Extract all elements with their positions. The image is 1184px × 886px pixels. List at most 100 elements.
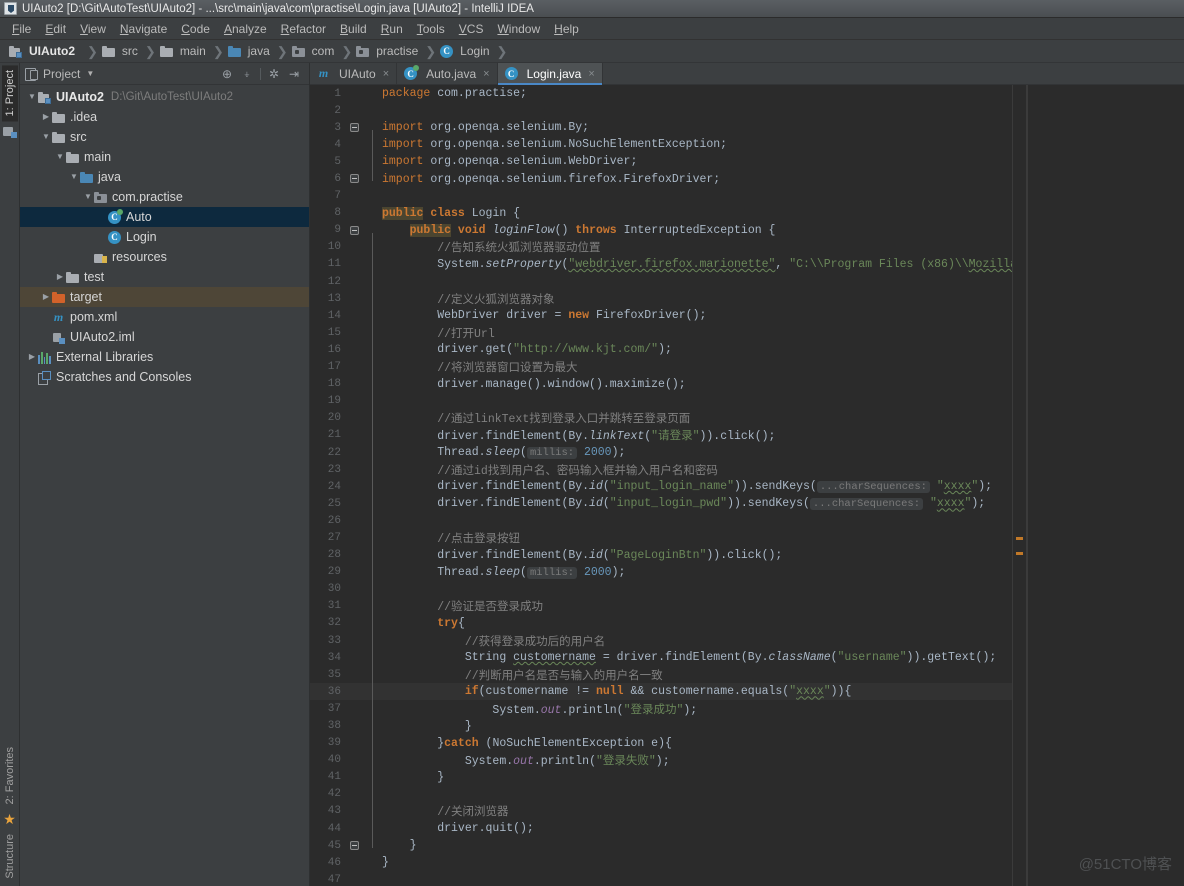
code-line[interactable]: 5 import org.openqa.selenium.WebDriver; [310, 153, 1012, 170]
fold-gutter[interactable] [346, 803, 364, 820]
code-lines[interactable]: 1 package com.practise; 2 3 import org.open… [310, 85, 1012, 886]
tree-node-uiauto2[interactable]: ▼ UIAuto2 D:\Git\AutoTest\UIAuto2 [20, 87, 309, 107]
code-text[interactable]: //验证是否登录成功 [372, 598, 1012, 614]
code-text[interactable]: //打开Url [372, 325, 1012, 341]
tree-node-main[interactable]: ▼ main [20, 147, 309, 167]
menu-item-vcs[interactable]: VCS [452, 19, 491, 39]
fold-gutter[interactable] [346, 222, 364, 239]
menu-item-code[interactable]: Code [174, 19, 217, 39]
fold-gutter[interactable] [346, 239, 364, 256]
code-text[interactable] [372, 514, 1012, 527]
fold-gutter[interactable] [346, 376, 364, 393]
fold-gutter[interactable] [346, 871, 364, 886]
editor-tab-uiauto[interactable]: m UIAuto × [310, 63, 398, 84]
code-line[interactable]: 21 driver.findElement(By.linkText("请登录")… [310, 427, 1012, 444]
project-tree[interactable]: ▼ UIAuto2 D:\Git\AutoTest\UIAuto2 ▶ .idea ▼ sr… [20, 85, 309, 886]
fold-gutter[interactable] [346, 359, 364, 376]
fold-gutter[interactable] [346, 136, 364, 153]
code-line[interactable]: 38 } [310, 717, 1012, 734]
code-text[interactable]: if(customername != null && customername.… [372, 685, 1012, 698]
code-line[interactable]: 45 } [310, 837, 1012, 854]
code-line[interactable]: 9 public void loginFlow() throws Interru… [310, 222, 1012, 239]
code-text[interactable] [372, 788, 1012, 801]
code-line[interactable]: 42 [310, 786, 1012, 803]
code-line[interactable]: 20 //通过linkText找到登录入口并跳转至登录页面 [310, 410, 1012, 427]
code-text[interactable]: import org.openqa.selenium.NoSuchElement… [372, 138, 1012, 151]
code-line[interactable]: 22 Thread.sleep(millis: 2000); [310, 444, 1012, 461]
tree-node-uiauto2-iml[interactable]: UIAuto2.iml [20, 327, 309, 347]
code-text[interactable]: WebDriver driver = new FirefoxDriver(); [372, 309, 1012, 322]
fold-toggle-icon[interactable] [350, 841, 359, 851]
fold-gutter[interactable] [346, 324, 364, 341]
fold-gutter[interactable] [346, 512, 364, 529]
fold-toggle-icon[interactable] [350, 123, 359, 133]
code-text[interactable] [372, 104, 1012, 117]
code-text[interactable]: public class Login { [372, 206, 1012, 220]
tree-node-scratches-and-consoles[interactable]: Scratches and Consoles [20, 367, 309, 387]
fold-gutter[interactable] [346, 786, 364, 803]
editor-marker-bar[interactable] [1012, 85, 1026, 886]
code-text[interactable]: System.out.println("登录失败"); [372, 752, 1012, 768]
menu-item-navigate[interactable]: Navigate [113, 19, 174, 39]
code-text[interactable] [372, 190, 1012, 203]
code-line[interactable]: 30 [310, 581, 1012, 598]
fold-gutter[interactable] [346, 854, 364, 871]
fold-gutter[interactable] [346, 290, 364, 307]
code-text[interactable]: import org.openqa.selenium.firefox.Firef… [372, 173, 1012, 186]
code-line[interactable]: 47 [310, 871, 1012, 886]
code-text[interactable]: //获得登录成功后的用户名 [372, 633, 1012, 649]
code-text[interactable]: System.out.println("登录成功"); [372, 701, 1012, 717]
code-text[interactable]: //点击登录按钮 [372, 530, 1012, 546]
code-text[interactable]: //通过linkText找到登录入口并跳转至登录页面 [372, 410, 1012, 426]
fold-gutter[interactable] [346, 119, 364, 136]
chevron-down-icon[interactable]: ▼ [82, 187, 94, 207]
code-text[interactable]: public void loginFlow() throws Interrupt… [372, 223, 1012, 237]
breadcrumb-item-com[interactable]: com [291, 43, 339, 59]
code-text[interactable]: driver.findElement(By.id("PageLoginBtn")… [372, 549, 1012, 562]
code-text[interactable]: }catch (NoSuchElementException e){ [372, 737, 1012, 750]
fold-gutter[interactable] [346, 666, 364, 683]
fold-gutter[interactable] [346, 769, 364, 786]
code-line[interactable]: 24 driver.findElement(By.id("input_login… [310, 478, 1012, 495]
code-line[interactable]: 11 System.setProperty("webdriver.firefox… [310, 256, 1012, 273]
fold-gutter[interactable] [346, 393, 364, 410]
fold-gutter[interactable] [346, 837, 364, 854]
fold-gutter[interactable] [346, 717, 364, 734]
code-text[interactable]: import org.openqa.selenium.WebDriver; [372, 155, 1012, 168]
code-text[interactable]: } [372, 856, 1012, 869]
fold-gutter[interactable] [346, 581, 364, 598]
code-line[interactable]: 29 Thread.sleep(millis: 2000); [310, 564, 1012, 581]
fold-gutter[interactable] [346, 564, 364, 581]
code-line[interactable]: 44 driver.quit(); [310, 820, 1012, 837]
tree-node-target[interactable]: ▶ target [20, 287, 309, 307]
chevron-right-icon[interactable]: ▶ [40, 287, 52, 307]
code-line[interactable]: 40 System.out.println("登录失败"); [310, 752, 1012, 769]
collapse-all-icon[interactable]: ⍖ [239, 66, 255, 82]
code-line[interactable]: 14 WebDriver driver = new FirefoxDriver(… [310, 307, 1012, 324]
chevron-right-icon[interactable]: ▶ [54, 267, 66, 287]
code-line[interactable]: 25 driver.findElement(By.id("input_login… [310, 495, 1012, 512]
fold-gutter[interactable] [346, 170, 364, 187]
fold-gutter[interactable] [346, 735, 364, 752]
code-text[interactable]: try{ [372, 617, 1012, 630]
code-text[interactable]: package com.practise; [372, 87, 1012, 100]
menu-item-help[interactable]: Help [547, 19, 586, 39]
code-line[interactable]: 1 package com.practise; [310, 85, 1012, 102]
fold-gutter[interactable] [346, 307, 364, 324]
chevron-right-icon[interactable]: ▶ [26, 347, 38, 367]
hide-panel-icon[interactable]: ⇥ [286, 66, 302, 82]
fold-gutter[interactable] [346, 461, 364, 478]
breadcrumb-item-src[interactable]: src [101, 43, 142, 59]
fold-gutter[interactable] [346, 547, 364, 564]
code-text[interactable]: driver.manage().window().maximize(); [372, 378, 1012, 391]
tree-node-java[interactable]: ▼ java [20, 167, 309, 187]
chevron-right-icon[interactable]: ▶ [40, 107, 52, 127]
chevron-down-icon[interactable]: ▼ [86, 69, 94, 78]
sidebar-tab-structure[interactable]: Structure [2, 829, 18, 884]
chevron-down-icon[interactable]: ▼ [26, 87, 38, 107]
fold-gutter[interactable] [346, 700, 364, 717]
close-icon[interactable]: × [383, 68, 389, 80]
code-line[interactable]: 19 [310, 393, 1012, 410]
fold-gutter[interactable] [346, 495, 364, 512]
code-line[interactable]: 28 driver.findElement(By.id("PageLoginBt… [310, 547, 1012, 564]
